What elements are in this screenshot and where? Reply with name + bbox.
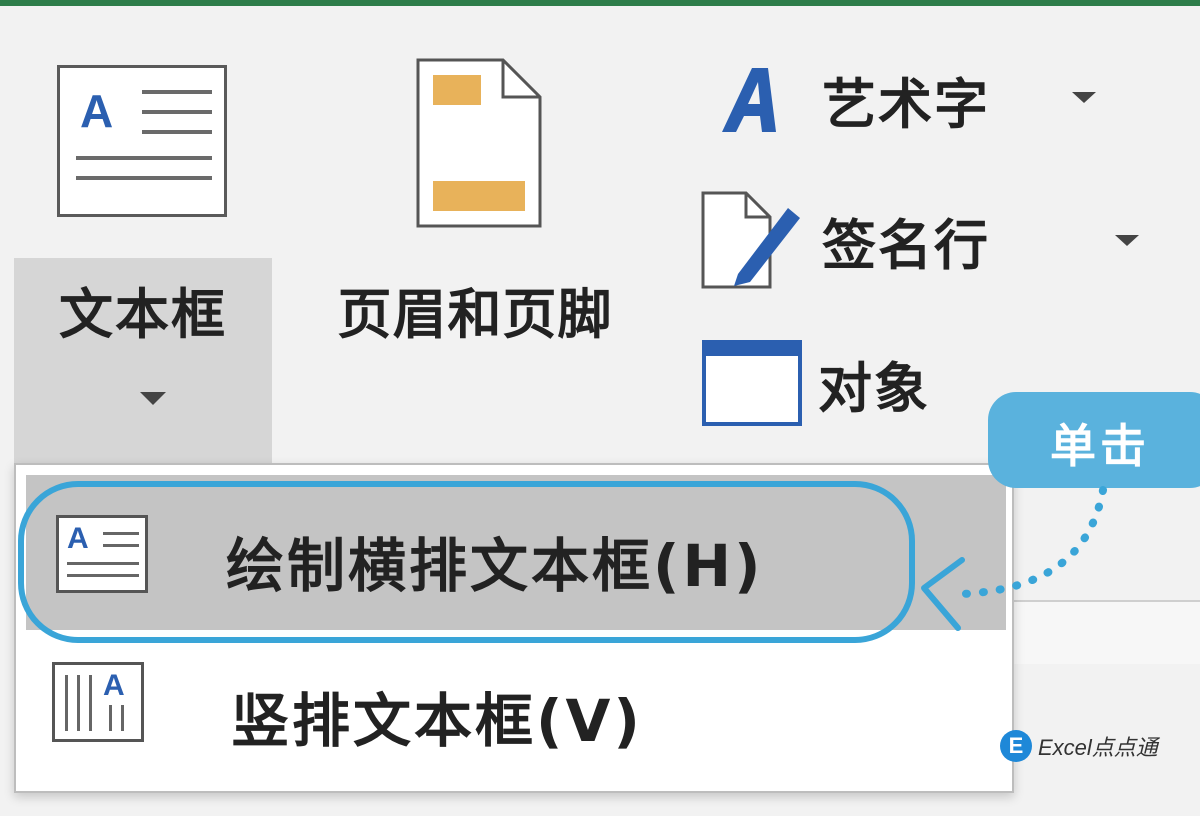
wordart-icon <box>722 67 776 132</box>
header-footer-icon[interactable] <box>415 57 543 229</box>
menu-item-vertical-textbox[interactable]: A 竖排文本框(V) <box>26 640 1006 780</box>
textbox-button-label[interactable]: 文本框 <box>14 270 272 349</box>
watermark: E Excel点点通 <box>1000 730 1158 762</box>
highlight-ring <box>18 481 915 643</box>
watermark-logo-icon: E <box>1000 730 1032 762</box>
signature-line-button[interactable]: 签名行 <box>700 190 990 290</box>
signature-line-label: 签名行 <box>822 213 990 277</box>
menu-item-label: 竖排文本框(V) <box>231 687 643 755</box>
callout-text: 单击 <box>1050 419 1150 473</box>
watermark-text: Excel点点通 <box>1038 735 1158 760</box>
textbox-icon-letter: A <box>80 85 114 137</box>
object-icon <box>702 340 802 426</box>
wordart-dropdown-icon[interactable] <box>1072 92 1096 103</box>
chevron-down-icon[interactable] <box>140 392 166 405</box>
signature-dropdown-icon[interactable] <box>1115 235 1139 246</box>
worksheet-area-edge <box>1014 600 1200 664</box>
header-footer-button-label[interactable]: 页眉和页脚 <box>283 270 667 349</box>
object-label: 对象 <box>818 356 930 420</box>
wordart-label: 艺术字 <box>822 73 990 136</box>
textbox-icon[interactable]: A <box>57 65 227 217</box>
vertical-textbox-icon: A <box>52 662 144 742</box>
wordart-button[interactable]: 艺术字 <box>718 60 990 139</box>
signature-line-icon <box>701 191 800 289</box>
object-button[interactable]: 对象 <box>702 340 930 426</box>
